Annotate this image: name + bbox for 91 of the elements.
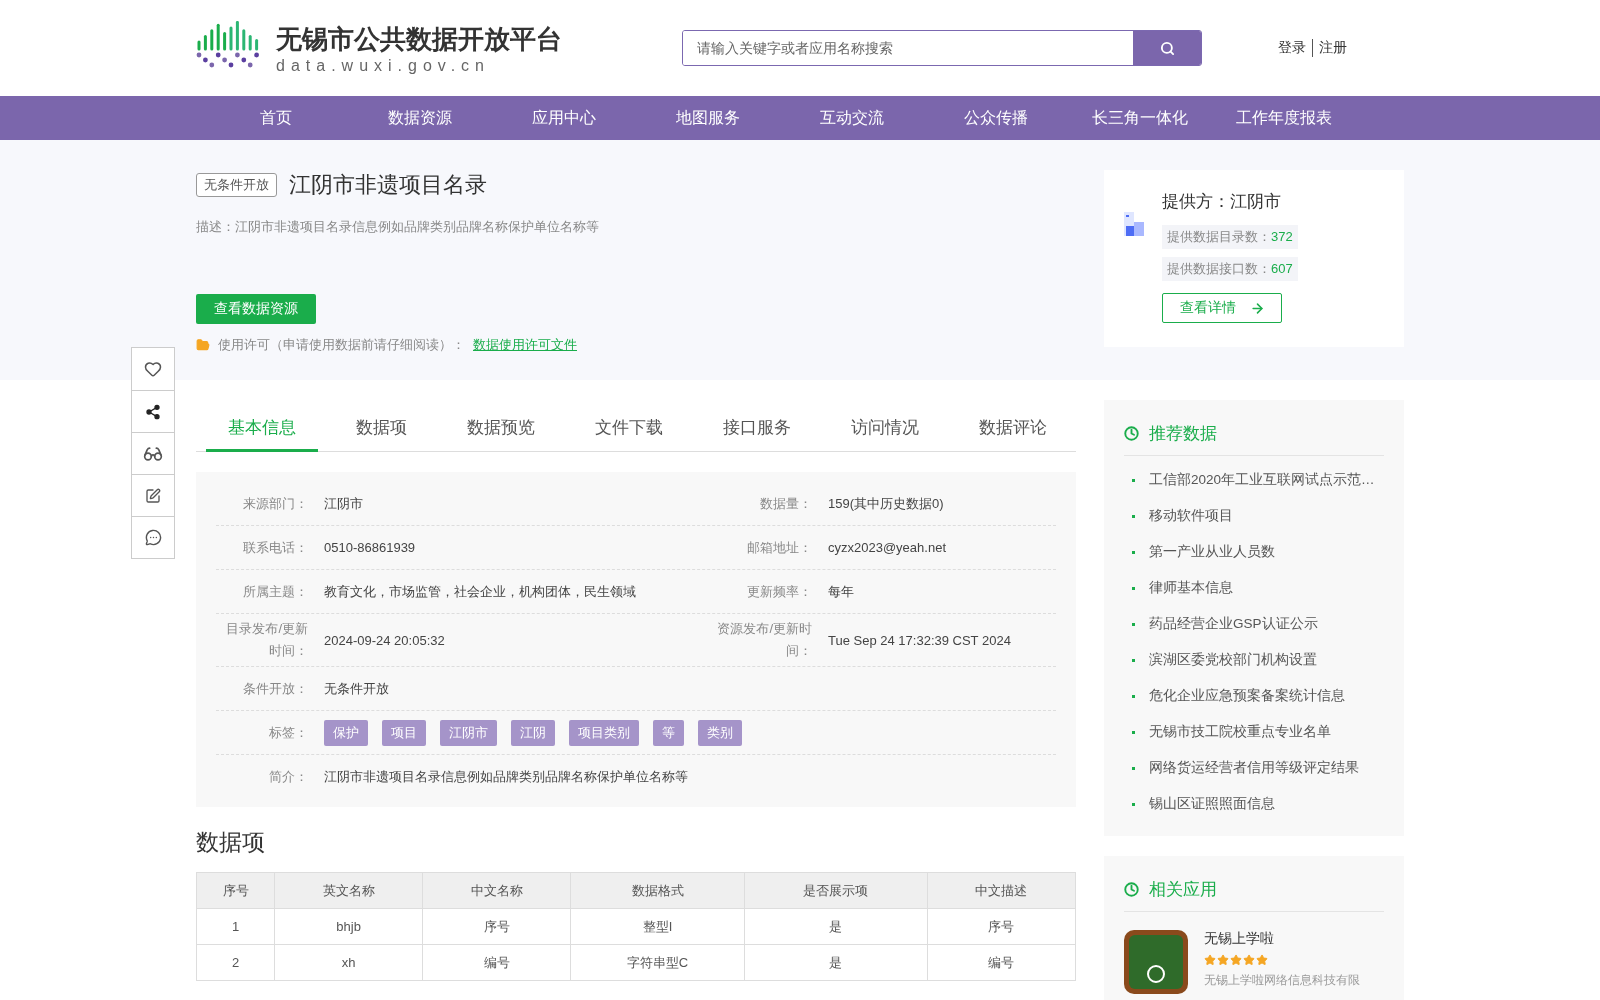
search-button[interactable] xyxy=(1133,31,1201,65)
section-title: 数据项 xyxy=(196,828,266,857)
recommended-item[interactable]: 第一产业从业人员数 xyxy=(1124,534,1384,570)
nav-item[interactable]: 应用中心 xyxy=(492,107,636,129)
dataset-description: 描述：江阴市非遗项目名录信息例如品牌类别品牌名称保护单位名称等 xyxy=(196,218,599,236)
table-cell: 字符串型C xyxy=(570,944,745,981)
auth-link[interactable]: 登录 xyxy=(1272,39,1312,57)
table-cell: 1 xyxy=(196,908,275,945)
recommended-item[interactable]: 网络货运经营者信用等级评定结果 xyxy=(1124,750,1384,786)
column-header: 序号 xyxy=(196,872,275,909)
panel-title: 相关应用 xyxy=(1149,879,1217,901)
site-title: 无锡市公共数据开放平台 xyxy=(276,22,562,56)
tab[interactable]: 文件下载 xyxy=(573,416,685,452)
field-label: 资源发布/更新时间： xyxy=(716,620,812,660)
clock-icon xyxy=(1124,882,1139,897)
share-icon xyxy=(145,403,161,420)
field-value: 2024-09-24 20:05:32 xyxy=(324,632,446,648)
column-header: 数据格式 xyxy=(570,872,745,909)
column-header: 是否展示项 xyxy=(744,872,928,909)
app-icon[interactable] xyxy=(1124,930,1188,994)
heart-icon xyxy=(144,360,162,378)
field-label: 所属主题： xyxy=(242,582,308,601)
edit-icon xyxy=(145,487,161,504)
recommended-item[interactable]: 移动软件项目 xyxy=(1124,498,1384,534)
provider-name: 提供方：江阴市 xyxy=(1162,191,1282,213)
field-value: 江阴市 xyxy=(324,494,364,513)
license-label: 使用许可（申请使用数据前请仔细阅读）： xyxy=(218,336,465,354)
table-cell: 编号 xyxy=(927,944,1076,981)
recommended-item[interactable]: 滨湖区委党校部门机构设置 xyxy=(1124,642,1384,678)
tab[interactable]: 数据预览 xyxy=(445,416,557,452)
field-value: Tue Sep 24 17:32:39 CST 2024 xyxy=(828,632,1012,648)
search-field[interactable]: 请输入关键字或者应用名称搜索 xyxy=(682,30,1202,66)
recommended-item[interactable]: 锡山区证照照面信息 xyxy=(1124,786,1384,822)
table-cell: 编号 xyxy=(422,944,571,981)
provider-stat: 提供数据目录数：372 xyxy=(1162,225,1298,249)
app-description: 无锡上学啦网络信息科技有限 xyxy=(1204,972,1360,989)
recommended-item[interactable]: 危化企业应急预案备案统计信息 xyxy=(1124,678,1384,714)
field-value: cyzx2023@yeah.net xyxy=(828,540,947,555)
field-label: 数据量： xyxy=(759,494,812,513)
field-label: 邮箱地址： xyxy=(746,538,812,557)
field-label: 条件开放： xyxy=(242,679,308,698)
table-cell: xh xyxy=(274,944,423,981)
table-cell: 是 xyxy=(744,908,928,945)
field-label: 更新频率： xyxy=(746,582,812,601)
column-header: 英文名称 xyxy=(274,872,423,909)
recommended-item[interactable]: 药品经营企业GSP认证公示 xyxy=(1124,606,1384,642)
field-value: 教育文化，市场监管，社会企业，机构团体，民生领域 xyxy=(324,582,637,601)
table-cell: 整型I xyxy=(570,908,745,945)
site-domain: data.wuxi.gov.cn xyxy=(276,56,491,75)
nav-item[interactable]: 首页 xyxy=(204,107,348,129)
field-label: 简介： xyxy=(268,768,308,786)
recommended-item[interactable]: 无锡市技工院校重点专业名单 xyxy=(1124,714,1384,750)
arrow-right-icon xyxy=(1249,300,1265,316)
folder-icon xyxy=(196,338,210,352)
table-cell: bhjb xyxy=(274,908,423,945)
comment-icon xyxy=(144,529,162,546)
nav-item[interactable]: 工作年度报表 xyxy=(1212,107,1356,129)
field-label: 标签： xyxy=(268,723,308,742)
search-icon xyxy=(1159,40,1175,56)
tab[interactable]: 数据评论 xyxy=(957,416,1069,452)
recommended-item[interactable]: 工信部2020年工业互联网试点示范… xyxy=(1124,462,1384,498)
tab[interactable]: 接口服务 xyxy=(701,416,813,452)
panel-title: 推荐数据 xyxy=(1149,423,1217,445)
field-value: 0510-86861939 xyxy=(324,540,417,555)
nav-item[interactable]: 长三角一体化 xyxy=(1068,107,1212,129)
field-value: 每年 xyxy=(828,582,855,601)
auth-link[interactable]: 注册 xyxy=(1312,39,1353,57)
field-value: 159(其中历史数据0) xyxy=(828,494,945,513)
nav-item[interactable]: 互动交流 xyxy=(780,107,924,129)
nav-item[interactable]: 数据资源 xyxy=(348,107,492,129)
field-value: 无条件开放 xyxy=(324,679,390,698)
tab[interactable]: 访问情况 xyxy=(829,416,941,452)
column-header: 中文描述 xyxy=(927,872,1076,909)
table-cell: 序号 xyxy=(927,908,1076,945)
field-value: 江阴市非遗项目名录信息例如品牌类别品牌名称保护单位名称等 xyxy=(324,768,689,786)
table-cell: 是 xyxy=(744,944,928,981)
field-label: 来源部门： xyxy=(242,494,308,513)
table-cell: 序号 xyxy=(422,908,571,945)
open-badge: 无条件开放 xyxy=(196,173,277,197)
field-label: 联系电话： xyxy=(242,538,308,557)
nav-item[interactable]: 地图服务 xyxy=(636,107,780,129)
provider-stat: 提供数据接口数：607 xyxy=(1162,257,1298,281)
tab[interactable]: 数据项 xyxy=(334,416,429,452)
field-label: 目录发布/更新时间： xyxy=(225,620,308,660)
recommended-item[interactable]: 律师基本信息 xyxy=(1124,570,1384,606)
dataset-title: 江阴市非遗项目名录 xyxy=(289,171,487,199)
app-name[interactable]: 无锡上学啦 xyxy=(1204,930,1360,948)
clock-icon xyxy=(1124,426,1139,441)
table-cell: 2 xyxy=(196,944,275,981)
nav-item[interactable]: 公众传播 xyxy=(924,107,1068,129)
column-header: 中文名称 xyxy=(422,872,571,909)
